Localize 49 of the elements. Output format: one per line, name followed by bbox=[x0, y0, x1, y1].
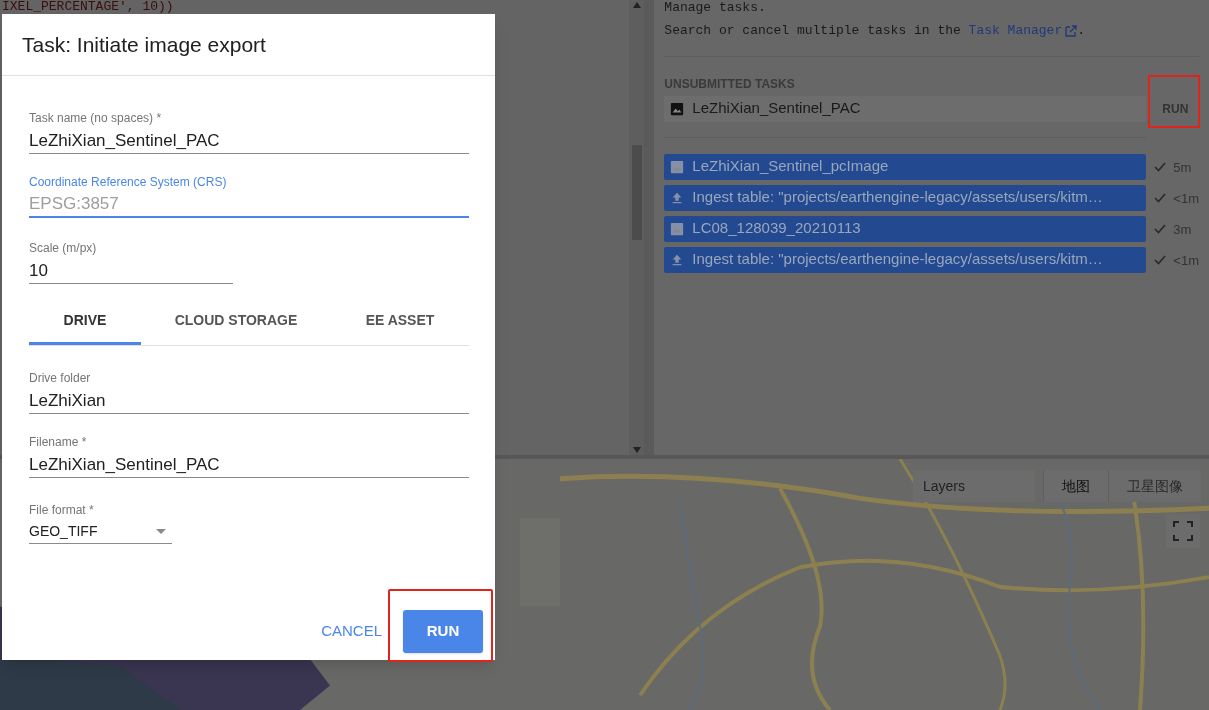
fullscreen-icon bbox=[1173, 521, 1193, 541]
check-icon bbox=[1154, 161, 1167, 172]
file-format-select[interactable]: GEO_TIFF bbox=[29, 520, 172, 544]
unsubmitted-task[interactable]: LeZhiXian_Sentinel_PAC bbox=[664, 95, 1147, 122]
task-name: LeZhiXian_Sentinel_PAC bbox=[692, 98, 861, 119]
scroll-down-icon[interactable] bbox=[632, 447, 641, 453]
dialog-title: Task: Initiate image export bbox=[2, 14, 495, 76]
layers-control[interactable]: Layers bbox=[913, 470, 1035, 502]
drive-folder-field[interactable]: LeZhiXian bbox=[29, 388, 469, 414]
external-link-icon bbox=[1065, 24, 1078, 37]
filename-field[interactable]: LeZhiXian_Sentinel_PAC bbox=[29, 452, 469, 478]
scrollbar[interactable] bbox=[629, 0, 645, 455]
scale-field[interactable]: 10 bbox=[29, 258, 233, 284]
task-name: LeZhiXian_Sentinel_pcImage bbox=[692, 156, 889, 177]
cancel-button[interactable]: CANCEL bbox=[320, 620, 383, 643]
task-row[interactable]: LeZhiXian_Sentinel_pcImage bbox=[664, 153, 1147, 180]
check-icon bbox=[1154, 254, 1167, 265]
task-manager-text: Search or cancel multiple tasks in the Task Manager . bbox=[664, 21, 1199, 41]
code-line: IXEL_PERCENTAGE', 10)) bbox=[2, 0, 175, 14]
field-label: Coordinate Reference System (CRS) bbox=[29, 174, 228, 190]
task-row[interactable]: LC08_128039_20210113 bbox=[664, 215, 1147, 242]
field-label: File format * bbox=[29, 502, 95, 518]
map-type-button[interactable]: 卫星图像 bbox=[1108, 470, 1201, 502]
image-icon bbox=[670, 159, 685, 174]
fullscreen-button[interactable] bbox=[1166, 514, 1200, 548]
destination-tab[interactable]: EE ASSET bbox=[331, 298, 469, 345]
task-row[interactable]: Ingest table: "projects/earthengine-legacy/assets/users/kitm… bbox=[664, 246, 1147, 273]
crs-field[interactable]: EPSG:3857 bbox=[29, 192, 469, 218]
dropdown-caret-icon bbox=[156, 529, 166, 534]
field-label: Task name (no spaces) * bbox=[29, 110, 163, 126]
task-name: LC08_128039_20210113 bbox=[692, 218, 861, 239]
task-name: Ingest table: "projects/earthengine-legacy/assets/users/kitm… bbox=[692, 249, 1103, 270]
field-label: Filename * bbox=[29, 434, 88, 450]
check-icon bbox=[1154, 223, 1167, 234]
task-name-field[interactable]: LeZhiXian_Sentinel_PAC bbox=[29, 128, 469, 154]
destination-tab[interactable]: CLOUD STORAGE bbox=[141, 298, 331, 345]
scroll-up-icon[interactable] bbox=[632, 2, 641, 8]
field-label: Scale (m/px) bbox=[29, 240, 98, 256]
field-label: Drive folder bbox=[29, 370, 92, 386]
image-icon bbox=[670, 101, 685, 116]
task-name: Ingest table: "projects/earthengine-legacy/assets/users/kitm… bbox=[692, 187, 1103, 208]
map-type-button[interactable]: 地图 bbox=[1043, 470, 1108, 502]
task-manager-link[interactable]: Task Manager bbox=[968, 21, 1063, 41]
task-row[interactable]: Ingest table: "projects/earthengine-legacy/assets/users/kitm… bbox=[664, 184, 1147, 211]
run-button[interactable]: RUN bbox=[403, 609, 483, 653]
intro-text: Manage tasks. bbox=[664, 0, 767, 16]
check-icon bbox=[1154, 192, 1167, 203]
destination-tab[interactable]: DRIVE bbox=[29, 298, 141, 345]
image-icon bbox=[670, 221, 685, 236]
